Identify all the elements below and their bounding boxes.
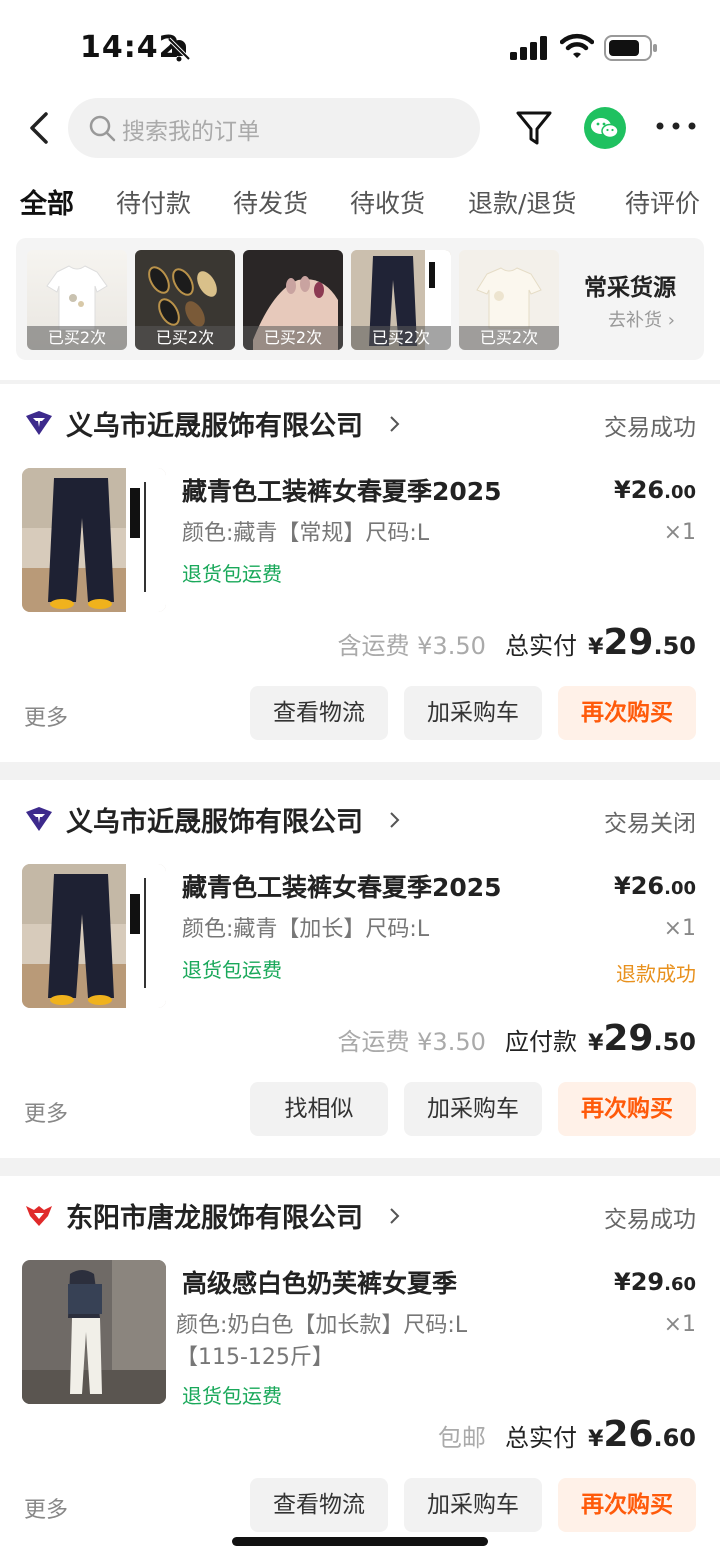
view-logistics-button[interactable]: 查看物流 — [250, 686, 388, 740]
add-to-cart-button[interactable]: 加采购车 — [404, 1082, 542, 1136]
more-link[interactable]: 更多 — [24, 700, 68, 732]
product-image[interactable] — [22, 864, 166, 1008]
free-return-badge: 退货包运费 — [182, 1384, 282, 1408]
product-spec: 颜色:奶白色【加长款】尺码:L【115-125斤】 — [176, 1313, 468, 1370]
tab-pending-receipt[interactable]: 待收货 — [350, 184, 425, 220]
total-label: 总实付 — [504, 632, 577, 660]
recent-item[interactable]: 已买2次 — [135, 250, 235, 350]
chevron-right-icon[interactable] — [388, 810, 402, 830]
unit-price: ¥26.00 — [614, 476, 696, 504]
recent-item[interactable]: 已买2次 — [351, 250, 451, 350]
filter-icon[interactable] — [514, 108, 554, 148]
chevron-right-icon[interactable] — [388, 414, 402, 434]
order-total: 含运费 ¥3.50 应付款 ¥29.50 — [337, 1018, 696, 1059]
shop-logo-icon — [26, 807, 52, 831]
tab-all[interactable]: 全部 — [20, 182, 74, 221]
recent-item[interactable]: 已买2次 — [27, 250, 127, 350]
signal-icon — [510, 36, 547, 60]
home-indicator[interactable] — [232, 1537, 488, 1546]
shop-logo-icon — [26, 411, 52, 435]
product-title[interactable]: 高级感白色奶芙裤女夏季 — [182, 1264, 457, 1300]
shipping-fee: 包邮 — [437, 1424, 486, 1452]
tab-pending-shipment[interactable]: 待发货 — [233, 184, 308, 220]
view-logistics-button[interactable]: 查看物流 — [250, 1478, 388, 1532]
unit-price: ¥29.60 — [614, 1268, 696, 1296]
recent-purchases: 已买2次 已买2次 已买2次 已买2次 已买2次 常采货源 去补货 › — [16, 238, 704, 360]
wechat-bubbles-icon — [591, 118, 619, 139]
product-image[interactable] — [22, 1260, 166, 1404]
total-label: 总实付 — [504, 1424, 577, 1452]
tab-pending-payment[interactable]: 待付款 — [116, 184, 191, 220]
battery-icon — [604, 35, 657, 61]
tab-pending-review[interactable]: 待评价 — [625, 184, 700, 220]
more-link[interactable]: 更多 — [24, 1096, 68, 1128]
shop-name[interactable]: 东阳市唐龙服饰有限公司 — [66, 1196, 363, 1235]
recent-item[interactable]: 已买2次 — [459, 250, 559, 350]
find-similar-button[interactable]: 找相似 — [250, 1082, 388, 1136]
back-icon[interactable] — [22, 108, 56, 148]
tab-refund[interactable]: 退款/退货 — [468, 184, 576, 220]
wifi-icon — [560, 33, 594, 58]
more-link[interactable]: 更多 — [24, 1492, 68, 1524]
recent-item-caption: 已买2次 — [243, 326, 343, 350]
restock-link[interactable]: 去补货 › — [608, 306, 675, 332]
product-spec: 颜色:藏青【加长】尺码:L — [182, 917, 430, 942]
quantity: ×1 — [663, 1312, 696, 1337]
order-total: 含运费 ¥3.50 总实付 ¥29.50 — [337, 622, 696, 663]
free-return-badge: 退货包运费 — [182, 562, 282, 586]
shipping-fee: 含运费 ¥3.50 — [337, 1028, 486, 1056]
product-image[interactable] — [22, 468, 166, 612]
more-icon[interactable] — [654, 118, 698, 134]
refund-status[interactable]: 退款成功 — [616, 958, 696, 987]
shop-name[interactable]: 义乌市近晟服饰有限公司 — [66, 800, 363, 839]
order-tabs: 全部 待付款 待发货 待收货 退款/退货 待评价 — [0, 178, 720, 228]
wechat-icon[interactable] — [584, 107, 626, 149]
order-status: 交易关闭 — [604, 811, 696, 837]
frequent-source-title[interactable]: 常采货源 — [584, 268, 676, 302]
product-title[interactable]: 藏青色工装裤女春夏季2025 — [182, 472, 502, 508]
order-status: 交易成功 — [604, 415, 696, 441]
shop-name[interactable]: 义乌市近晟服饰有限公司 — [66, 404, 363, 443]
shipping-fee: 含运费 ¥3.50 — [337, 632, 486, 660]
product-spec: 颜色:藏青【常规】尺码:L — [182, 521, 430, 546]
buy-again-button[interactable]: 再次购买 — [558, 1082, 696, 1136]
shop-logo-icon — [26, 1206, 52, 1226]
total-label: 应付款 — [504, 1028, 577, 1056]
recent-item-caption: 已买2次 — [135, 326, 235, 350]
search-input[interactable]: 搜索我的订单 — [68, 98, 480, 158]
recent-item[interactable]: 已买2次 — [243, 250, 343, 350]
product-title[interactable]: 藏青色工装裤女春夏季2025 — [182, 868, 502, 904]
buy-again-button[interactable]: 再次购买 — [558, 1478, 696, 1532]
unit-price: ¥26.00 — [614, 872, 696, 900]
recent-item-caption: 已买2次 — [27, 326, 127, 350]
buy-again-button[interactable]: 再次购买 — [558, 686, 696, 740]
quantity: ×1 — [663, 916, 696, 941]
search-placeholder: 搜索我的订单 — [122, 119, 260, 145]
free-return-badge: 退货包运费 — [182, 958, 282, 982]
order-total: 包邮 总实付 ¥26.60 — [437, 1414, 696, 1455]
quantity: ×1 — [663, 520, 696, 545]
add-to-cart-button[interactable]: 加采购车 — [404, 686, 542, 740]
recent-item-caption: 已买2次 — [351, 326, 451, 350]
bell-muted-icon — [167, 37, 191, 62]
chevron-right-icon[interactable] — [388, 1206, 402, 1226]
order-status: 交易成功 — [604, 1207, 696, 1233]
add-to-cart-button[interactable]: 加采购车 — [404, 1478, 542, 1532]
recent-item-caption: 已买2次 — [459, 326, 559, 350]
order-card: 义乌市近晟服饰有限公司 交易关闭 藏青色工装裤女春夏季2025 颜色:藏青【加长… — [0, 780, 720, 1158]
search-icon — [89, 115, 116, 142]
status-bar: 14:42 — [0, 0, 720, 96]
order-card: 义乌市近晟服饰有限公司 交易成功 藏青色工装裤女春夏季2025 颜色:藏青【常规… — [0, 384, 720, 762]
order-card: 东阳市唐龙服饰有限公司 交易成功 高级感白色奶芙裤女夏季 颜色:奶白色【加长款】… — [0, 1176, 720, 1560]
